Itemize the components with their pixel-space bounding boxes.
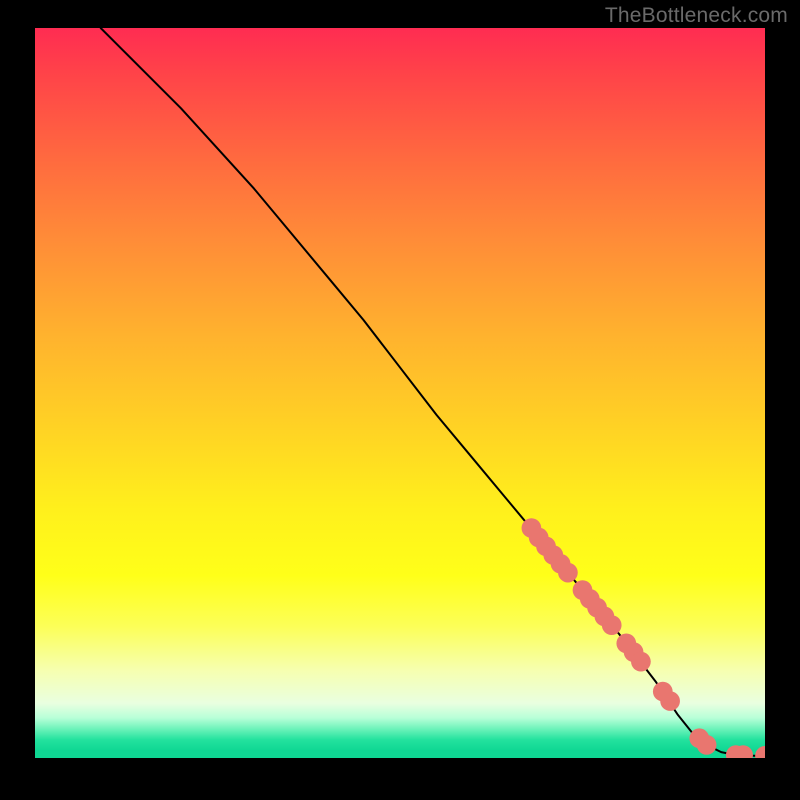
- marker-dot: [755, 746, 765, 758]
- curve-markers: [522, 518, 765, 758]
- marker-dot: [602, 615, 622, 635]
- marker-dot: [660, 691, 680, 711]
- curve-path: [101, 28, 765, 756]
- watermark-text: TheBottleneck.com: [605, 4, 788, 28]
- marker-dot: [558, 563, 578, 583]
- marker-dot: [631, 652, 651, 672]
- plot-area: [35, 28, 765, 758]
- chart-frame: TheBottleneck.com: [0, 0, 800, 800]
- curve-line: [101, 28, 765, 756]
- chart-svg: [35, 28, 765, 758]
- marker-dot: [697, 735, 717, 755]
